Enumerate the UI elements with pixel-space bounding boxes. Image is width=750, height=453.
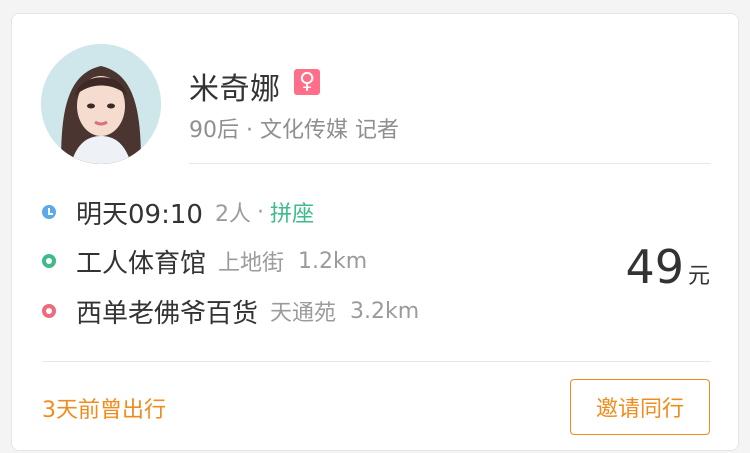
avatar[interactable] (41, 44, 161, 164)
avatar-image (41, 44, 161, 164)
trip-people: 2人 (214, 202, 251, 227)
price-amount: 49 (625, 240, 684, 294)
travel-history: 3天前曾出行 (42, 398, 166, 423)
start-location-distance: 1.2km (298, 248, 368, 274)
divider (42, 361, 711, 362)
start-dot-icon (42, 254, 56, 268)
invite-button[interactable]: 邀请同行 (570, 379, 710, 435)
start-location-area: 上地街 (218, 251, 285, 276)
divider (189, 163, 711, 164)
price-unit: 元 (687, 264, 710, 289)
clock-icon (42, 205, 56, 219)
start-location-name: 工人体育馆 (76, 248, 207, 279)
user-name: 米奇娜 (189, 72, 281, 107)
end-location-area: 天通苑 (270, 301, 337, 326)
start-location-row: 工人体育馆 上地街 1.2km (42, 243, 367, 279)
separator: · (256, 199, 264, 225)
trip-time-row: 明天09:10 2人 · 拼座 (42, 194, 314, 230)
end-location-name: 西单老佛爷百货 (76, 298, 259, 329)
user-subtitle: 90后 · 文化传媒 记者 (189, 118, 399, 143)
trip-card[interactable]: 米奇娜 ♀ 90后 · 文化传媒 记者 明天09:10 2人 · 拼座 工人体育… (11, 13, 739, 451)
trip-time: 明天09:10 (76, 199, 203, 230)
end-dot-icon (42, 304, 56, 318)
trip-mode: 拼座 (269, 202, 314, 227)
female-icon: ♀ (294, 69, 320, 95)
end-location-row: 西单老佛爷百货 天通苑 3.2km (42, 293, 419, 329)
end-location-distance: 3.2km (350, 298, 420, 324)
price: 49 元 (625, 240, 710, 294)
